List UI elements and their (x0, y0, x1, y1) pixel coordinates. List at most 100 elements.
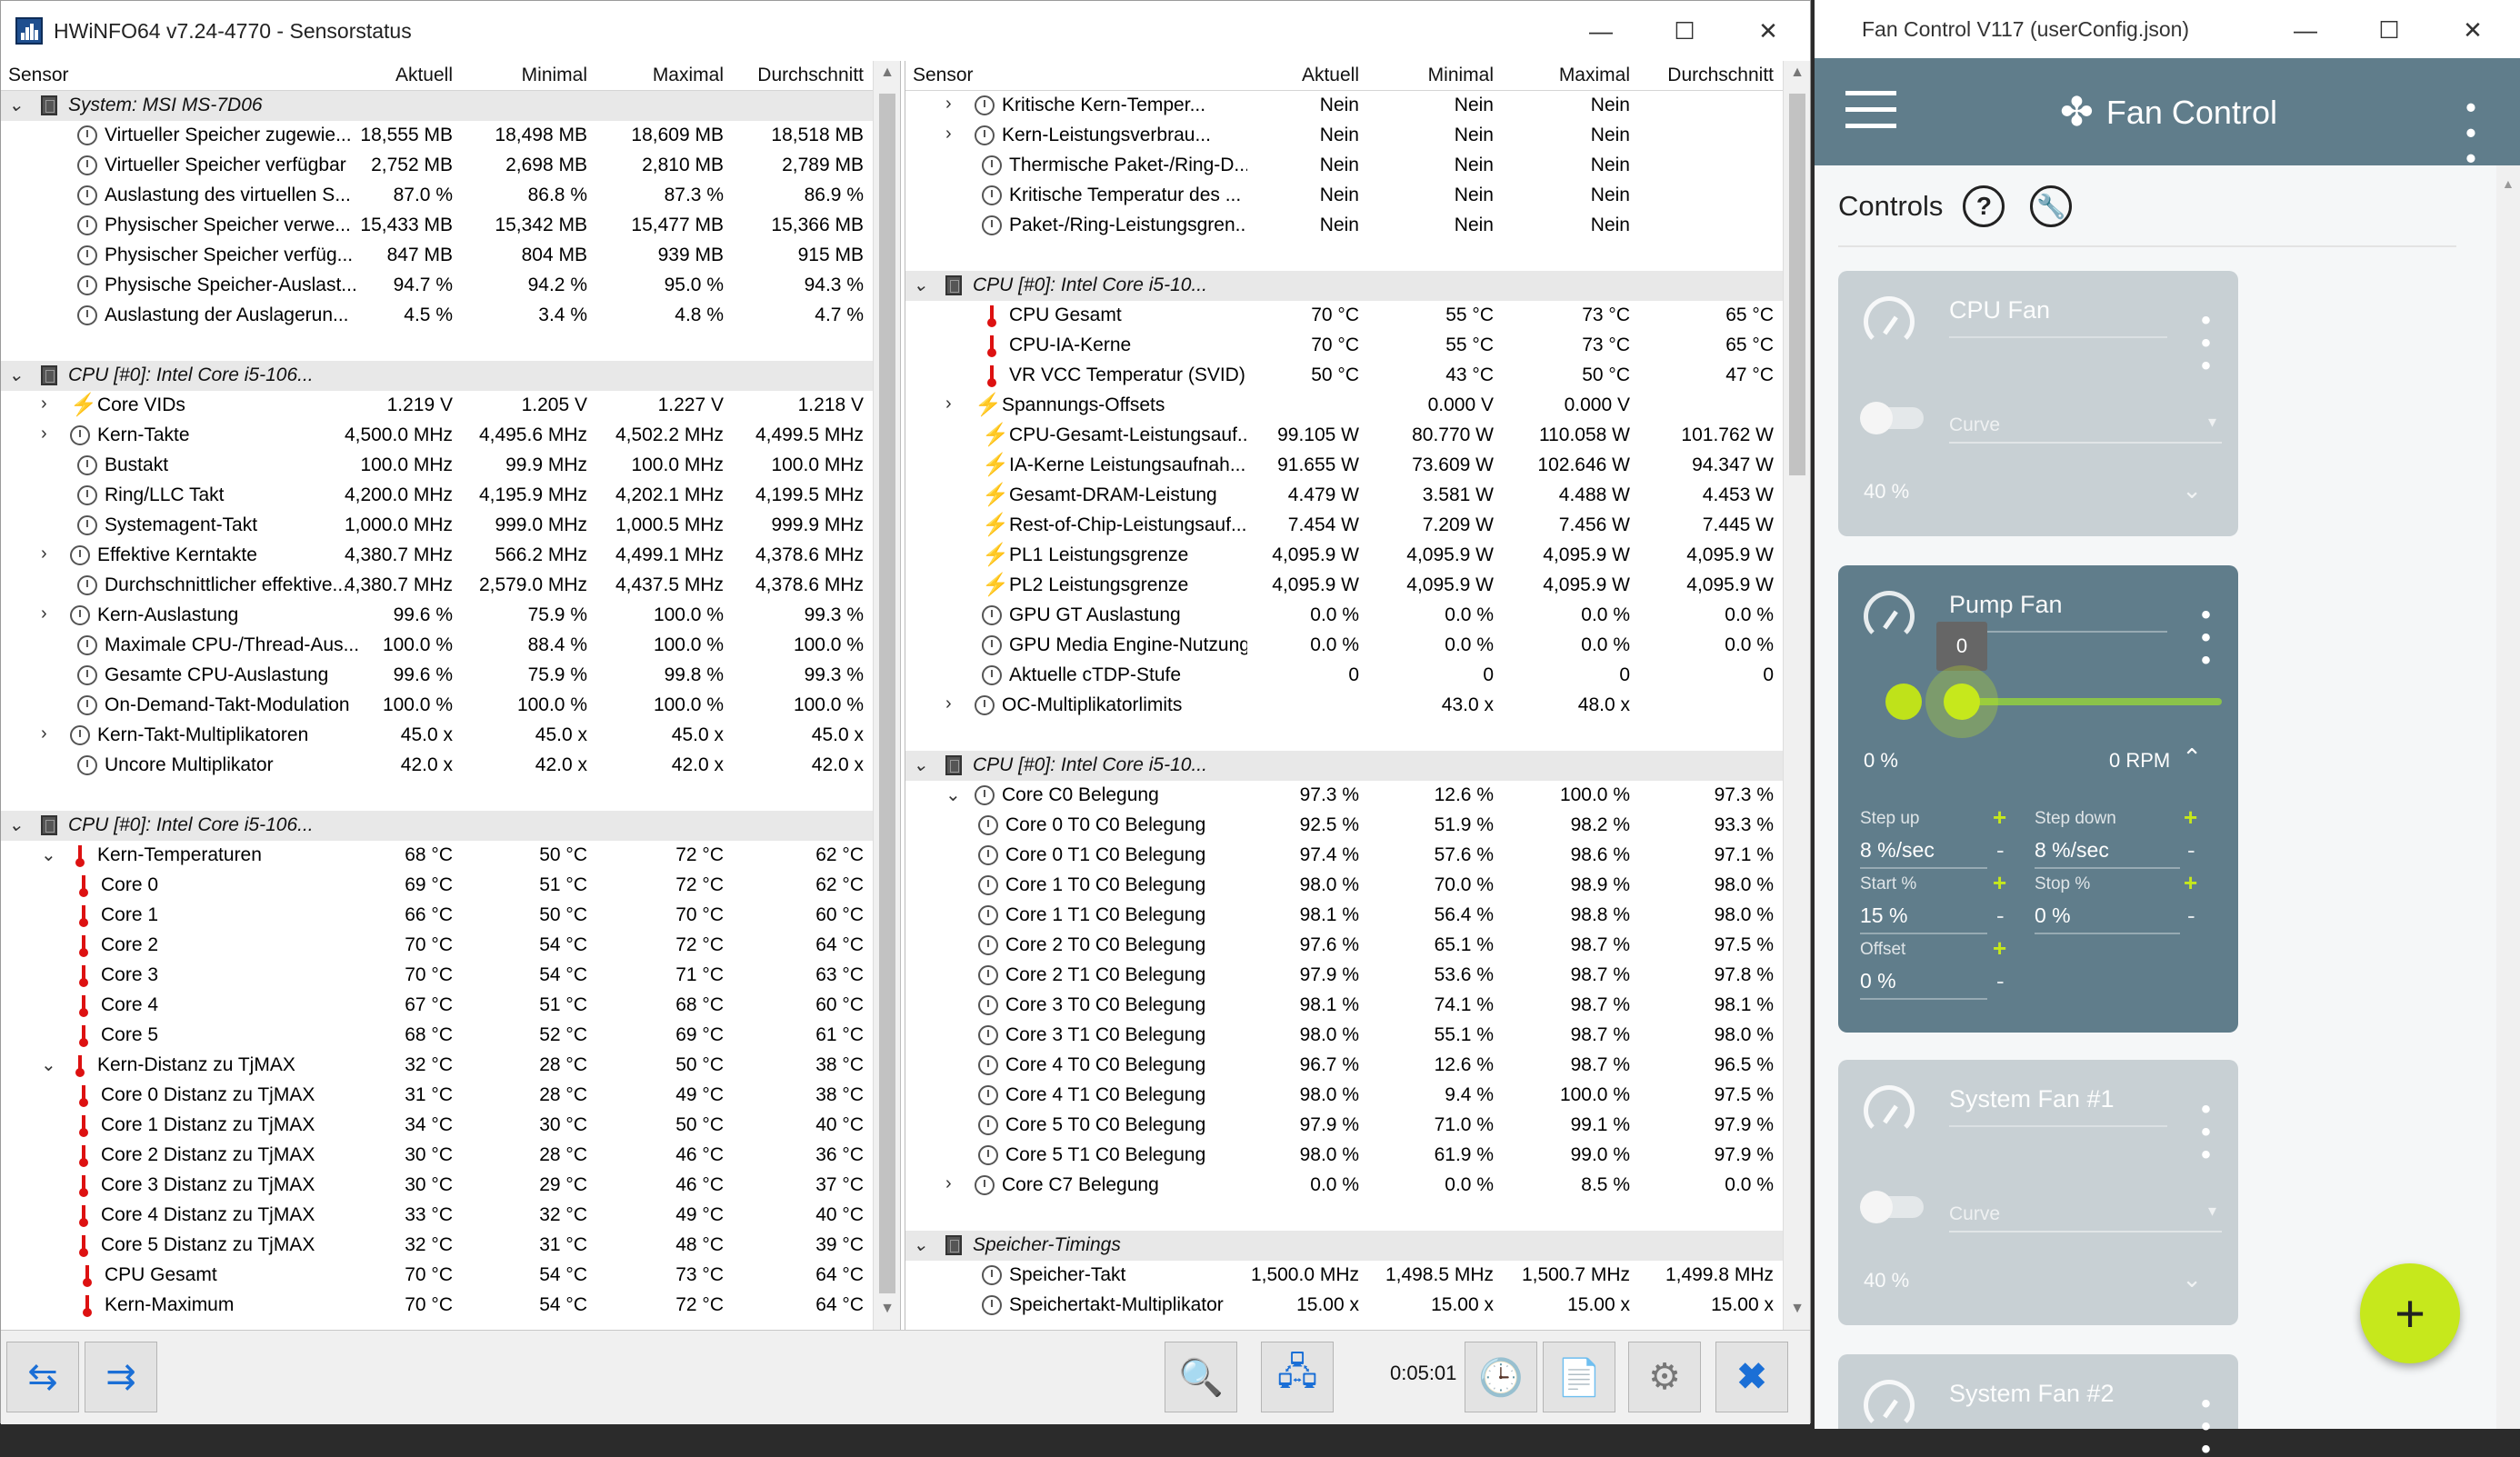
sensor-row[interactable]: › ⚡ Spannungs-Offsets 0.000 V 0.000 V (905, 391, 1783, 421)
sensor-row[interactable]: Thermische Paket-/Ring-D... Nein Nein Nein (905, 151, 1783, 181)
maximize-button[interactable]: ☐ (1641, 1, 1728, 61)
sensor-row[interactable]: VR VCC Temperatur (SVID) 50 °C 43 °C 50 °C 4… (905, 361, 1783, 391)
sensor-row[interactable]: ⚡ CPU-Gesamt-Leistungsauf... 99.105 W 80.77… (905, 421, 1783, 451)
sensor-row[interactable]: Core 3 Distanz zu TjMAX 30 °C 29 °C 46 °C 37… (1, 1171, 873, 1201)
sensor-row[interactable]: CPU Gesamt 70 °C 55 °C 73 °C 65 °C (905, 301, 1783, 331)
expand-arrow-icon[interactable]: › (41, 604, 47, 624)
card-menu-icon[interactable]: ••• (2191, 305, 2221, 374)
sensor-row[interactable]: › OC-Multiplikatorlimits 43.0 x 48.0 x (905, 691, 1783, 721)
expand-arrow-icon[interactable]: › (945, 694, 952, 714)
menu-icon[interactable] (1845, 91, 1896, 129)
sensor-row[interactable]: ⚡ Gesamt-DRAM-Leistung 4.479 W 3.581 W 4.488… (905, 481, 1783, 511)
scrollbar-left[interactable]: ▲ ▼ (873, 61, 900, 1330)
sensor-row[interactable]: Core 4 T0 C0 Belegung 96.7 % 12.6 % 98.7 % 9… (905, 1051, 1783, 1081)
expand-arrow-icon[interactable]: › (41, 424, 47, 444)
offset-minus-icon[interactable]: - (1996, 967, 2005, 995)
scroll-up-arrow[interactable]: ▲ (874, 65, 900, 90)
sensor-row[interactable]: Bustakt 100.0 MHz 99.9 MHz 100.0 MHz 100.0 M… (1, 451, 873, 481)
collapse-arrow-icon[interactable]: ⌄ (945, 783, 961, 806)
step-down-field[interactable]: 8 %/sec (2035, 838, 2180, 869)
sensor-row[interactable]: Kern-Maximum 70 °C 54 °C 72 °C 64 °C (1, 1291, 873, 1321)
sensor-row[interactable]: Speichertakt-Multiplikator 15.00 x 15.00 x… (905, 1291, 1783, 1321)
header-current[interactable]: Aktuell (1302, 65, 1359, 86)
sensor-row[interactable]: Core 0 Distanz zu TjMAX 31 °C 28 °C 49 °C 38… (1, 1081, 873, 1111)
sensor-group-row[interactable]: ⌄ CPU [#0]: Intel Core i5-106... (1, 811, 873, 841)
sensor-row[interactable]: Physischer Speicher verwe... 15,433 MB 15,… (1, 211, 873, 241)
sensor-row[interactable]: CPU-IA-Kerne 70 °C 55 °C 73 °C 65 °C (905, 331, 1783, 361)
sensor-row[interactable]: ⚡ IA-Kerne Leistungsaufnah... 91.655 W 73.6… (905, 451, 1783, 481)
sensor-row[interactable]: Core 4 67 °C 51 °C 68 °C 60 °C (1, 991, 873, 1021)
step-up-field[interactable]: 8 %/sec (1860, 838, 1987, 869)
sensor-row[interactable]: Maximale CPU-/Thread-Aus... 100.0 % 88.4 %… (1, 631, 873, 661)
step-up-plus-icon[interactable]: + (1993, 803, 2006, 832)
expand-chevron-icon[interactable]: ⌄ (2182, 476, 2202, 504)
expand-arrow-icon[interactable]: › (945, 124, 952, 145)
sensor-row[interactable]: › Kern-Auslastung 99.6 % 75.9 % 100.0 % 99.3 … (1, 601, 873, 631)
sensor-row[interactable]: Core 1 66 °C 50 °C 70 °C 60 °C (1, 901, 873, 931)
header-sensor[interactable]: Sensor (913, 65, 974, 86)
sensor-row[interactable]: Core 1 T1 C0 Belegung 98.1 % 56.4 % 98.8 % 9… (905, 901, 1783, 931)
sensor-row[interactable]: Virtueller Speicher zugewie... 18,555 MB 1… (1, 121, 873, 151)
card-name[interactable]: System Fan #2 (1949, 1380, 2115, 1408)
expand-arrow-icon[interactable]: › (41, 394, 47, 414)
sensor-row[interactable]: Durchschnittlicher effektive... 4,380.7 M… (1, 571, 873, 601)
sensor-row[interactable]: Core 1 T0 C0 Belegung 98.0 % 70.0 % 98.9 % 9… (905, 871, 1783, 901)
manual-toggle[interactable] (1860, 402, 1924, 434)
scroll-thumb[interactable] (1789, 94, 1805, 475)
sensor-row[interactable]: Core 2 70 °C 54 °C 72 °C 64 °C (1, 931, 873, 961)
sensor-row[interactable]: Core 5 T0 C0 Belegung 97.9 % 71.0 % 99.1 % 9… (905, 1111, 1783, 1141)
sensor-group-row[interactable]: ⌄ Speicher-Timings (905, 1231, 1783, 1261)
minimize-button[interactable]: — (2262, 0, 2349, 60)
expand-arrow-icon[interactable]: › (41, 724, 47, 744)
sensor-row[interactable]: Core 3 70 °C 54 °C 71 °C 63 °C (1, 961, 873, 991)
sensor-row[interactable]: Physischer Speicher verfüg... 847 MB 804 M… (1, 241, 873, 271)
start-field[interactable]: 15 % (1860, 903, 1987, 934)
sensor-row[interactable]: Core 3 T0 C0 Belegung 98.1 % 74.1 % 98.7 % 9… (905, 991, 1783, 1021)
sensor-row[interactable]: › Kritische Kern-Temper... Nein Nein Nein (905, 91, 1783, 121)
card-menu-icon[interactable]: ••• (2191, 1389, 2221, 1457)
settings-button[interactable]: ⚙ (1628, 1342, 1701, 1412)
sensor-row[interactable]: Core 5 T1 C0 Belegung 98.0 % 61.9 % 99.0 % 9… (905, 1141, 1783, 1171)
header-max[interactable]: Maximal (653, 65, 724, 86)
header-sensor[interactable]: Sensor (8, 65, 69, 86)
sensor-row[interactable]: Auslastung des virtuellen S... 87.0 % 86.8… (1, 181, 873, 211)
header-avg[interactable]: Durchschnitt (757, 65, 864, 86)
start-plus-icon[interactable]: + (1993, 869, 2006, 897)
sensor-row[interactable]: › Kern-Takte 4,500.0 MHz 4,495.6 MHz 4,502.2… (1, 421, 873, 451)
scroll-up-arrow[interactable]: ▲ (1784, 65, 1810, 90)
collapse-arrow-icon[interactable]: ⌄ (913, 753, 928, 776)
header-max[interactable]: Maximal (1559, 65, 1630, 86)
sensor-row[interactable]: ⚡ Rest-of-Chip-Leistungsauf... 7.454 W 7.20… (905, 511, 1783, 541)
sensor-row[interactable]: › Kern-Leistungsverbrau... Nein Nein Nein (905, 121, 1783, 151)
maximize-button[interactable]: ☐ (2345, 0, 2433, 60)
sensor-row[interactable]: Ring/LLC Takt 4,200.0 MHz 4,195.9 MHz 4,202… (1, 481, 873, 511)
control-card-pump-fan[interactable]: Pump Fan ••• 0 0 % 0 RPM ⌃ Step up + 8 %… (1838, 565, 2238, 1033)
control-card-cpu-fan[interactable]: CPU Fan ••• Curve ▾ 40 % ⌄ (1838, 271, 2238, 536)
curve-select[interactable]: Curve ▾ (1949, 1202, 2222, 1232)
expand-arrow-icon[interactable]: › (945, 1173, 952, 1194)
fc-scrollbar[interactable]: ▲ (2496, 165, 2520, 1429)
stop-minus-icon[interactable]: - (2187, 902, 2195, 930)
scroll-down-arrow[interactable]: ▼ (874, 1301, 900, 1326)
sensor-row[interactable]: GPU GT Auslastung 0.0 % 0.0 % 0.0 % 0.0 % (905, 601, 1783, 631)
stop-plus-icon[interactable]: + (2184, 869, 2197, 897)
sensor-row[interactable]: Core 2 T1 C0 Belegung 97.9 % 53.6 % 98.7 % 9… (905, 961, 1783, 991)
scroll-down-arrow[interactable]: ▼ (1784, 1301, 1810, 1326)
expand-chevron-icon[interactable]: ⌄ (2182, 1265, 2202, 1293)
sensor-row[interactable]: Aktuelle cTDP-Stufe 0 0 0 0 (905, 661, 1783, 691)
step-up-minus-icon[interactable]: - (1996, 836, 2005, 864)
sensor-row[interactable]: Gesamte CPU-Auslastung 99.6 % 75.9 % 99.8 %… (1, 661, 873, 691)
sensor-row[interactable]: Speicher-Takt 1,500.0 MHz 1,498.5 MHz 1,500… (905, 1261, 1783, 1291)
manual-toggle[interactable] (1860, 1191, 1924, 1223)
header-current[interactable]: Aktuell (395, 65, 453, 86)
sensor-row[interactable]: Paket-/Ring-Leistungsgren... Nein Nein Nein (905, 211, 1783, 241)
sensor-row[interactable]: CPU Gesamt 70 °C 54 °C 73 °C 64 °C (1, 1261, 873, 1291)
offset-field[interactable]: 0 % (1860, 969, 1987, 1000)
logging-button[interactable]: 📄 (1543, 1342, 1615, 1412)
sensor-group-row[interactable]: ⌄ System: MSI MS-7D06 (1, 91, 873, 121)
sensor-row[interactable]: Core 5 68 °C 52 °C 69 °C 61 °C (1, 1021, 873, 1051)
collapse-chevron-icon[interactable]: ⌃ (2182, 743, 2202, 772)
sensor-row[interactable]: Core 2 T0 C0 Belegung 97.6 % 65.1 % 98.7 % 9… (905, 931, 1783, 961)
sensor-row[interactable]: › ⚡ Core VIDs 1.219 V 1.205 V 1.227 V 1.218 V (1, 391, 873, 421)
report-button[interactable]: 🔍 (1165, 1342, 1237, 1412)
